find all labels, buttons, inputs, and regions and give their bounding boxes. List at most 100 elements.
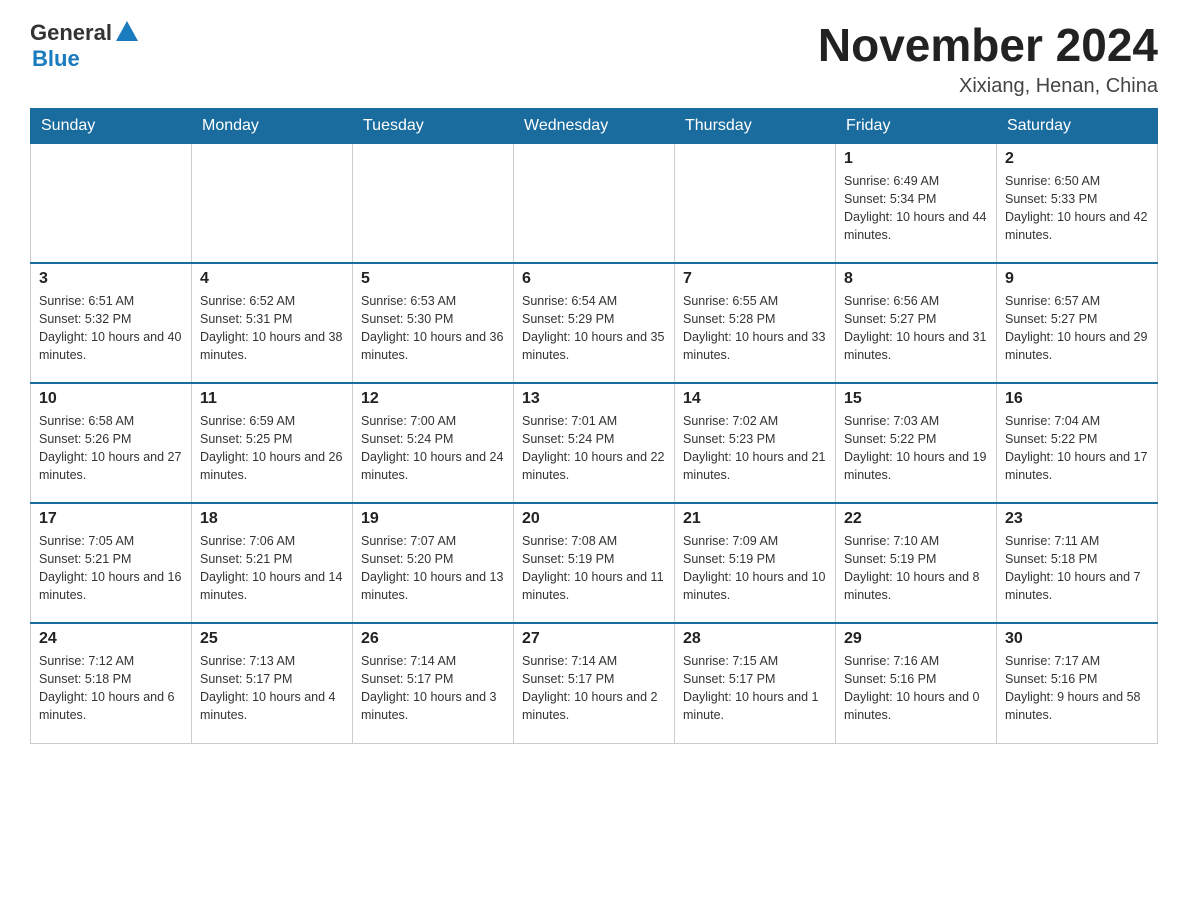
day-number: 6: [522, 270, 666, 288]
day-info: Sunrise: 7:17 AM Sunset: 5:16 PM Dayligh…: [1005, 652, 1149, 725]
calendar-header-row: SundayMondayTuesdayWednesdayThursdayFrid…: [31, 108, 1158, 143]
calendar-cell: 22Sunrise: 7:10 AM Sunset: 5:19 PM Dayli…: [836, 503, 997, 623]
day-of-week-header: Monday: [192, 108, 353, 143]
calendar-cell: 11 Sunrise: 6:59 AM Sunset: 5:25 PM Dayli…: [192, 383, 353, 503]
day-number: 4: [200, 270, 344, 288]
calendar-cell: 16 Sunrise: 7:04 AM Sunset: 5:22 PM Dayli…: [997, 383, 1158, 503]
logo: General Blue: [30, 20, 138, 72]
day-info: Sunrise: 6:53 AM Sunset: 5:30 PM Dayligh…: [361, 292, 505, 365]
calendar-cell: 19 Sunrise: 7:07 AM Sunset: 5:20 PM Dayli…: [353, 503, 514, 623]
day-number: 9: [1005, 270, 1149, 288]
calendar-cell: 8 Sunrise: 6:56 AM Sunset: 5:27 PM Daylig…: [836, 263, 997, 383]
day-info: Sunrise: 7:03 AM Sunset: 5:22 PM Dayligh…: [844, 412, 988, 485]
calendar-cell: [675, 143, 836, 263]
day-info: Sunrise: 7:05 AM Sunset: 5:21 PM Dayligh…: [39, 532, 183, 605]
day-info: Sunrise: 6:50 AM Sunset: 5:33 PM Dayligh…: [1005, 172, 1149, 245]
calendar-cell: 12 Sunrise: 7:00 AM Sunset: 5:24 PM Dayli…: [353, 383, 514, 503]
calendar-cell: 3 Sunrise: 6:51 AM Sunset: 5:32 PM Daylig…: [31, 263, 192, 383]
day-info: Sunrise: 7:14 AM Sunset: 5:17 PM Dayligh…: [522, 652, 666, 725]
day-of-week-header: Friday: [836, 108, 997, 143]
month-title: November 2024: [818, 20, 1158, 71]
day-info: Sunrise: 6:54 AM Sunset: 5:29 PM Dayligh…: [522, 292, 666, 365]
day-info: Sunrise: 7:07 AM Sunset: 5:20 PM Dayligh…: [361, 532, 505, 605]
day-info: Sunrise: 7:10 AM Sunset: 5:19 PM Dayligh…: [844, 532, 988, 605]
day-info: Sunrise: 7:11 AM Sunset: 5:18 PM Dayligh…: [1005, 532, 1149, 605]
calendar-cell: 23 Sunrise: 7:11 AM Sunset: 5:18 PM Dayli…: [997, 503, 1158, 623]
logo-general-text: General: [30, 20, 112, 46]
calendar-cell: 9Sunrise: 6:57 AM Sunset: 5:27 PM Daylig…: [997, 263, 1158, 383]
day-number: 24: [39, 630, 183, 648]
day-info: Sunrise: 7:01 AM Sunset: 5:24 PM Dayligh…: [522, 412, 666, 485]
day-number: 28: [683, 630, 827, 648]
calendar-cell: 25Sunrise: 7:13 AM Sunset: 5:17 PM Dayli…: [192, 623, 353, 743]
calendar-cell: [353, 143, 514, 263]
day-info: Sunrise: 7:16 AM Sunset: 5:16 PM Dayligh…: [844, 652, 988, 725]
day-number: 13: [522, 390, 666, 408]
day-of-week-header: Sunday: [31, 108, 192, 143]
day-number: 21: [683, 510, 827, 528]
calendar-cell: [31, 143, 192, 263]
calendar-cell: 10 Sunrise: 6:58 AM Sunset: 5:26 PM Dayli…: [31, 383, 192, 503]
day-info: Sunrise: 6:58 AM Sunset: 5:26 PM Dayligh…: [39, 412, 183, 485]
calendar-cell: 28Sunrise: 7:15 AM Sunset: 5:17 PM Dayli…: [675, 623, 836, 743]
day-number: 3: [39, 270, 183, 288]
day-number: 25: [200, 630, 344, 648]
day-number: 26: [361, 630, 505, 648]
calendar-cell: 6 Sunrise: 6:54 AM Sunset: 5:29 PM Daylig…: [514, 263, 675, 383]
day-info: Sunrise: 7:00 AM Sunset: 5:24 PM Dayligh…: [361, 412, 505, 485]
day-info: Sunrise: 7:12 AM Sunset: 5:18 PM Dayligh…: [39, 652, 183, 725]
calendar-cell: 20 Sunrise: 7:08 AM Sunset: 5:19 PM Dayli…: [514, 503, 675, 623]
day-of-week-header: Wednesday: [514, 108, 675, 143]
day-info: Sunrise: 6:52 AM Sunset: 5:31 PM Dayligh…: [200, 292, 344, 365]
day-number: 10: [39, 390, 183, 408]
day-info: Sunrise: 6:56 AM Sunset: 5:27 PM Dayligh…: [844, 292, 988, 365]
day-info: Sunrise: 6:55 AM Sunset: 5:28 PM Dayligh…: [683, 292, 827, 365]
calendar-cell: 17 Sunrise: 7:05 AM Sunset: 5:21 PM Dayli…: [31, 503, 192, 623]
calendar-table: SundayMondayTuesdayWednesdayThursdayFrid…: [30, 108, 1158, 744]
calendar-week-row: 24 Sunrise: 7:12 AM Sunset: 5:18 PM Dayli…: [31, 623, 1158, 743]
day-info: Sunrise: 6:51 AM Sunset: 5:32 PM Dayligh…: [39, 292, 183, 365]
day-number: 5: [361, 270, 505, 288]
day-number: 7: [683, 270, 827, 288]
calendar-cell: 2Sunrise: 6:50 AM Sunset: 5:33 PM Daylig…: [997, 143, 1158, 263]
day-info: Sunrise: 7:08 AM Sunset: 5:19 PM Dayligh…: [522, 532, 666, 605]
day-number: 12: [361, 390, 505, 408]
day-info: Sunrise: 6:59 AM Sunset: 5:25 PM Dayligh…: [200, 412, 344, 485]
day-number: 8: [844, 270, 988, 288]
calendar-cell: 1Sunrise: 6:49 AM Sunset: 5:34 PM Daylig…: [836, 143, 997, 263]
calendar-week-row: 17 Sunrise: 7:05 AM Sunset: 5:21 PM Dayli…: [31, 503, 1158, 623]
day-number: 18: [200, 510, 344, 528]
day-number: 30: [1005, 630, 1149, 648]
day-of-week-header: Saturday: [997, 108, 1158, 143]
calendar-cell: 15 Sunrise: 7:03 AM Sunset: 5:22 PM Dayli…: [836, 383, 997, 503]
day-of-week-header: Tuesday: [353, 108, 514, 143]
calendar-week-row: 10 Sunrise: 6:58 AM Sunset: 5:26 PM Dayli…: [31, 383, 1158, 503]
day-number: 23: [1005, 510, 1149, 528]
calendar-cell: 29Sunrise: 7:16 AM Sunset: 5:16 PM Dayli…: [836, 623, 997, 743]
calendar-week-row: 1Sunrise: 6:49 AM Sunset: 5:34 PM Daylig…: [31, 143, 1158, 263]
location-subtitle: Xixiang, Henan, China: [818, 75, 1158, 98]
day-number: 16: [1005, 390, 1149, 408]
day-number: 17: [39, 510, 183, 528]
day-number: 27: [522, 630, 666, 648]
day-info: Sunrise: 7:06 AM Sunset: 5:21 PM Dayligh…: [200, 532, 344, 605]
calendar-week-row: 3 Sunrise: 6:51 AM Sunset: 5:32 PM Daylig…: [31, 263, 1158, 383]
calendar-cell: 13 Sunrise: 7:01 AM Sunset: 5:24 PM Dayli…: [514, 383, 675, 503]
logo-blue-text: Blue: [32, 46, 80, 71]
calendar-cell: 4 Sunrise: 6:52 AM Sunset: 5:31 PM Daylig…: [192, 263, 353, 383]
day-number: 20: [522, 510, 666, 528]
day-number: 14: [683, 390, 827, 408]
day-number: 15: [844, 390, 988, 408]
calendar-cell: 27 Sunrise: 7:14 AM Sunset: 5:17 PM Dayli…: [514, 623, 675, 743]
day-number: 19: [361, 510, 505, 528]
day-info: Sunrise: 7:14 AM Sunset: 5:17 PM Dayligh…: [361, 652, 505, 725]
title-area: November 2024 Xixiang, Henan, China: [818, 20, 1158, 98]
logo-triangle-icon: [116, 21, 138, 41]
calendar-cell: [514, 143, 675, 263]
day-of-week-header: Thursday: [675, 108, 836, 143]
calendar-cell: [192, 143, 353, 263]
day-info: Sunrise: 7:04 AM Sunset: 5:22 PM Dayligh…: [1005, 412, 1149, 485]
calendar-cell: 30 Sunrise: 7:17 AM Sunset: 5:16 PM Dayli…: [997, 623, 1158, 743]
calendar-cell: 26 Sunrise: 7:14 AM Sunset: 5:17 PM Dayli…: [353, 623, 514, 743]
day-number: 11: [200, 390, 344, 408]
